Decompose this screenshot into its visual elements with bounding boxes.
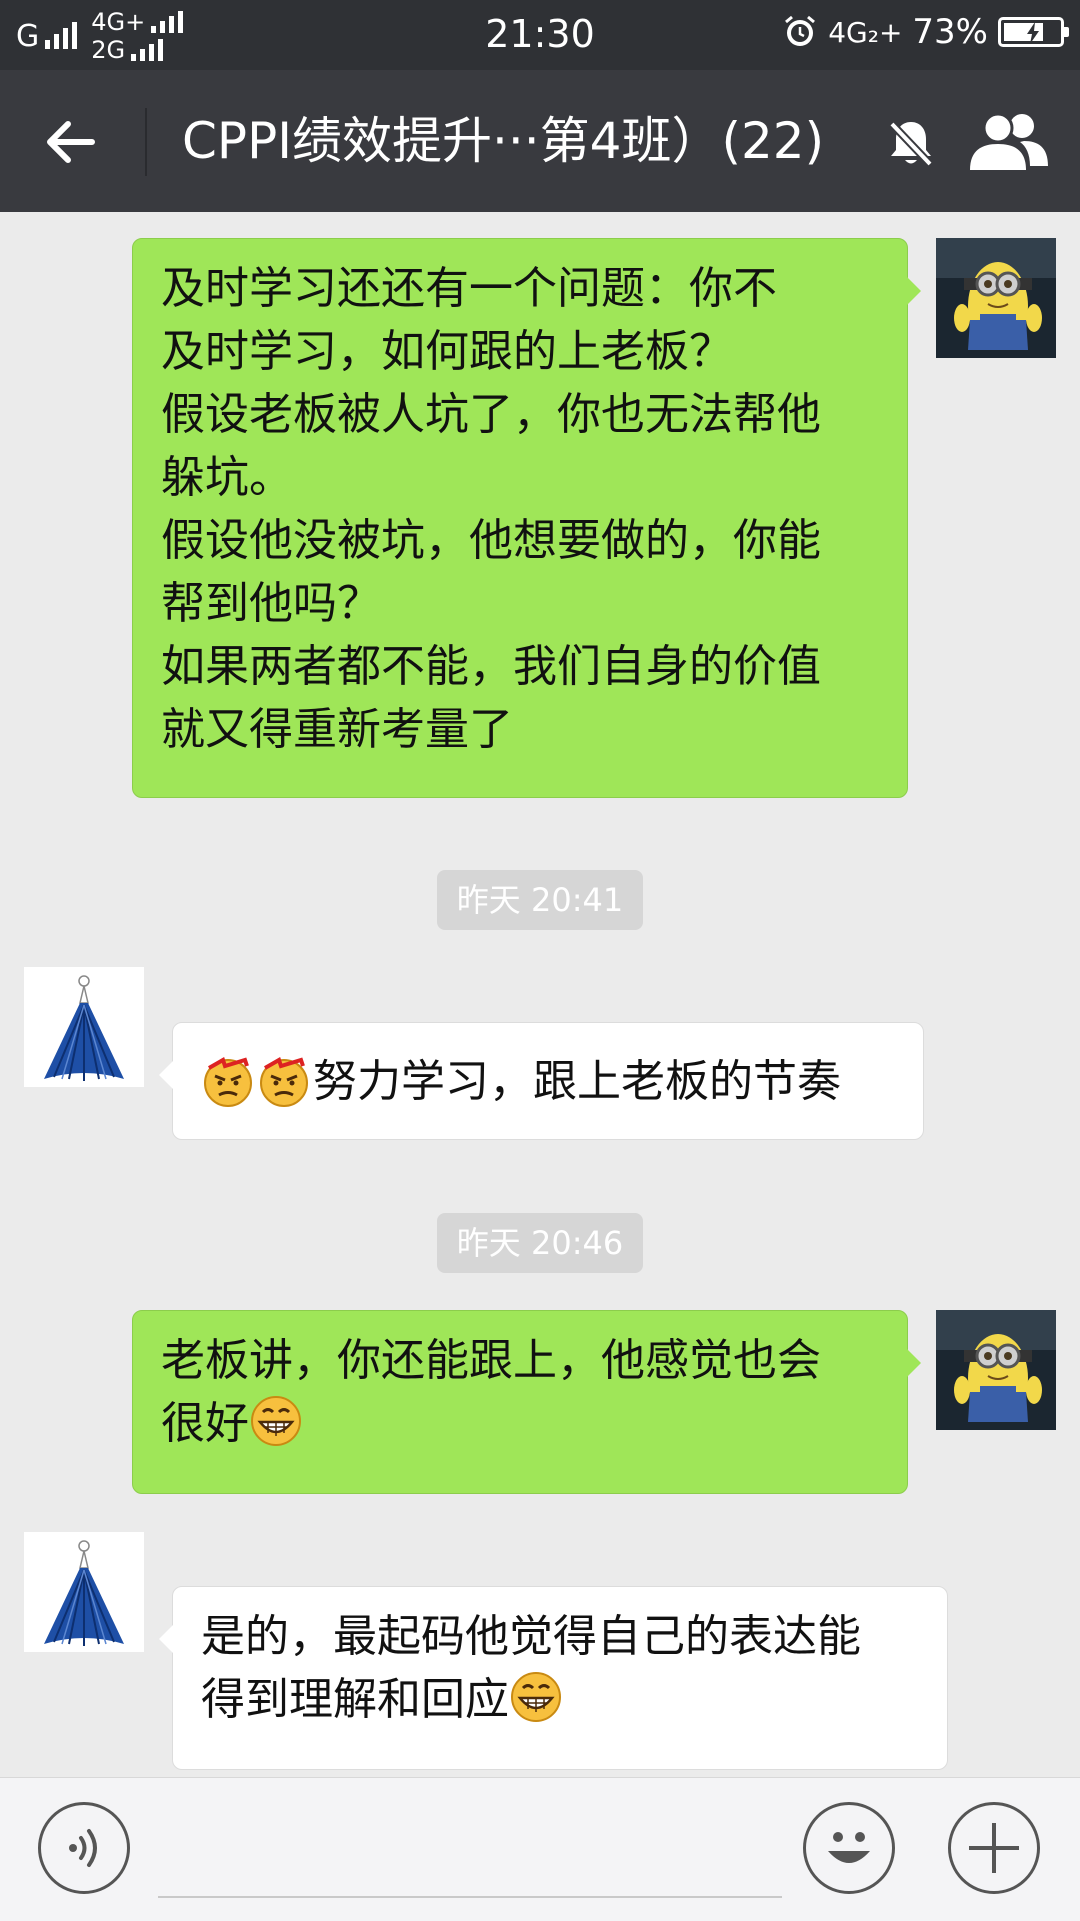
message-line: 很好: [161, 1398, 249, 1449]
status-bar: G 4G+ 2G 21:30 4G₂+ 73%: [0, 0, 1080, 70]
emoji-button[interactable]: [803, 1802, 895, 1894]
message-line: 假设老板被人坑了，你也无法帮他: [161, 389, 821, 440]
message-bubble-incoming[interactable]: 努力学习，跟上老板的节奏: [159, 1022, 924, 1140]
message-list[interactable]: 及时学习还还有一个问题：你不 及时学习，如何跟的上老板？ 假设老板被人坑了，你也无法…: [0, 212, 1080, 1777]
avatar-self[interactable]: [936, 238, 1056, 358]
message-bubble-incoming[interactable]: 是的，最起码他觉得自己的表达能 得到理解和回应: [159, 1586, 948, 1770]
message-line: 如果两者都不能，我们自身的价值: [161, 641, 821, 692]
message-line: 及时学习还还有一个问题：你不: [161, 263, 777, 314]
message-input[interactable]: [158, 1808, 782, 1898]
message-line: 就又得重新考量了: [161, 704, 513, 755]
dress-avatar-icon: [24, 967, 144, 1087]
message-line: 老板讲，你还能跟上，他感觉也会: [161, 1335, 821, 1386]
timestamp: 昨天 20:41: [437, 870, 643, 930]
minion-avatar-icon: [936, 1310, 1056, 1430]
message-line: 躲坑。: [161, 452, 293, 503]
message-text: 是的，最起码他觉得自己的表达能 得到理解和回应: [201, 1605, 923, 1731]
network-type-right: 4G₂+: [828, 15, 903, 49]
voice-button[interactable]: [38, 1802, 130, 1894]
input-bar: [0, 1777, 1080, 1921]
voice-icon: [69, 1829, 97, 1867]
angry-face-emoji: [204, 1057, 252, 1107]
timestamp: 昨天 20:46: [437, 1213, 643, 1273]
message-line: 得到理解和回应: [201, 1674, 509, 1725]
message-line: 假设他没被坑，他想要做的，你能: [161, 515, 821, 566]
chat-title[interactable]: CPPI绩效提升···第4班）(22): [182, 106, 824, 176]
message-text: 努力学习，跟上老板的节奏: [313, 1055, 841, 1107]
group-icon[interactable]: [964, 110, 1052, 174]
angry-face-emoji: [260, 1057, 308, 1107]
message-bubble-outgoing[interactable]: 老板讲，你还能跟上，他感觉也会 很好: [132, 1310, 921, 1494]
minion-avatar-icon: [936, 238, 1056, 358]
battery-icon: [998, 17, 1069, 47]
message-bubble-outgoing[interactable]: 及时学习还还有一个问题：你不 及时学习，如何跟的上老板？ 假设老板被人坑了，你也无法…: [132, 238, 921, 798]
message-text: 老板讲，你还能跟上，他感觉也会 很好: [161, 1329, 883, 1455]
header-divider: [145, 108, 147, 176]
dress-avatar-icon: [24, 1532, 144, 1652]
message-line: 及时学习，如何跟的上老板？: [161, 326, 733, 377]
avatar-other[interactable]: [24, 1532, 144, 1652]
arrow-left-icon[interactable]: [40, 110, 104, 174]
smiley-icon: [828, 1832, 870, 1863]
message-line: 帮到他吗？: [161, 578, 381, 629]
alarm-icon: [785, 15, 816, 46]
plus-icon: [969, 1823, 1019, 1873]
bell-off-icon[interactable]: [882, 114, 940, 172]
chat-header: CPPI绩效提升···第4班）(22): [0, 70, 1080, 212]
grin-emoji: [251, 1396, 301, 1446]
avatar-other[interactable]: [24, 967, 144, 1087]
plus-button[interactable]: [948, 1802, 1040, 1894]
grin-emoji: [511, 1672, 561, 1722]
avatar-self[interactable]: [936, 1310, 1056, 1430]
message-text: 及时学习还还有一个问题：你不 及时学习，如何跟的上老板？ 假设老板被人坑了，你也无法…: [161, 257, 883, 761]
message-line: 是的，最起码他觉得自己的表达能: [201, 1611, 861, 1662]
charging-icon: [1027, 22, 1039, 44]
battery-percent: 73%: [912, 12, 988, 52]
